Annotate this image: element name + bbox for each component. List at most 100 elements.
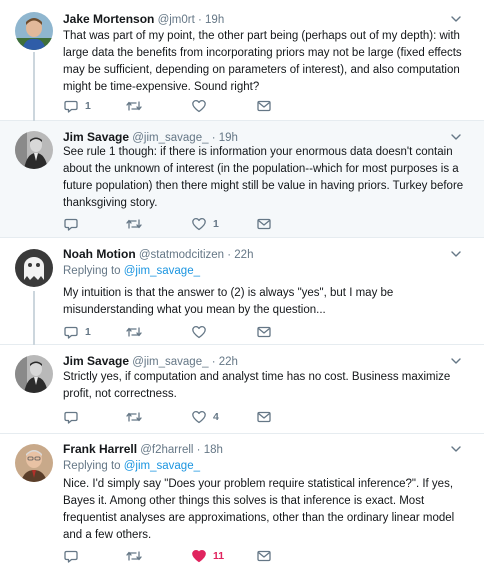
display-name[interactable]: Jim Savage: [63, 354, 129, 368]
reply-count: 1: [85, 326, 91, 338]
separator: ·: [194, 14, 206, 26]
tweet-actions: 1: [63, 216, 303, 232]
replying-to: Replying to @jim_savage_: [63, 263, 200, 279]
timestamp[interactable]: 22h: [219, 356, 238, 368]
reply-icon: [64, 411, 78, 424]
tweet-actions: 4: [63, 409, 303, 425]
like-icon: [192, 410, 206, 424]
chevron-down-icon[interactable]: [450, 355, 462, 367]
retweet-button[interactable]: [125, 216, 149, 232]
chevron-down-icon[interactable]: [450, 443, 462, 455]
reply-icon: [64, 218, 78, 231]
like-count: 11: [213, 550, 225, 562]
username[interactable]: @jm0rt: [158, 14, 195, 26]
tweet-header: Noah Motion @statmodcitizen · 22h: [63, 246, 450, 262]
tweet-actions: 1: [63, 324, 303, 340]
replying-to-label: Replying to: [63, 265, 121, 277]
tweet-text: That was part of my point, the other par…: [63, 30, 462, 93]
display-name[interactable]: Jake Mortenson: [63, 12, 154, 26]
tweet-jim-savage-1[interactable]: Jim Savage @jim_savage_ · 19h See rule 1…: [0, 121, 484, 238]
avatar[interactable]: [15, 249, 53, 287]
thread-line: [33, 52, 35, 121]
message-icon: [257, 326, 271, 338]
like-button[interactable]: 11: [191, 548, 224, 564]
like-icon: [192, 99, 206, 113]
message-button[interactable]: [256, 216, 272, 232]
message-button[interactable]: [256, 548, 272, 564]
like-icon: [192, 325, 206, 339]
separator: ·: [208, 132, 219, 144]
username[interactable]: @statmodcitizen: [139, 249, 224, 261]
display-name[interactable]: Noah Motion: [63, 247, 136, 261]
like-button[interactable]: 4: [191, 409, 219, 425]
timestamp[interactable]: 18h: [204, 444, 223, 456]
retweet-icon: [126, 551, 142, 561]
username[interactable]: @jim_savage_: [132, 132, 208, 144]
message-icon: [257, 550, 271, 562]
tweet-text: Strictly yes, if computation and analyst…: [63, 371, 451, 400]
timestamp[interactable]: 22h: [234, 249, 253, 261]
avatar[interactable]: [15, 131, 53, 169]
like-count: 1: [213, 218, 219, 230]
avatar[interactable]: [15, 12, 53, 50]
like-button[interactable]: [191, 324, 213, 340]
reply-icon: [64, 550, 78, 563]
tweet-header: Jim Savage @jim_savage_ · 22h: [63, 353, 450, 369]
message-button[interactable]: [256, 409, 272, 425]
retweet-icon: [126, 327, 142, 337]
retweet-icon: [126, 412, 142, 422]
avatar[interactable]: [15, 355, 53, 393]
retweet-button[interactable]: [125, 409, 149, 425]
reply-button[interactable]: [63, 409, 85, 425]
username[interactable]: @jim_savage_: [132, 356, 208, 368]
thread-line: [33, 291, 35, 345]
reply-icon: [64, 100, 78, 113]
reply-count: 1: [85, 100, 91, 112]
separator: ·: [224, 249, 235, 261]
reply-button[interactable]: 1: [63, 324, 91, 340]
tweet-text: Nice. I'd simply say "Does your problem …: [63, 478, 455, 541]
display-name[interactable]: Frank Harrell: [63, 442, 137, 456]
separator: ·: [208, 356, 219, 368]
tweet-header: Jim Savage @jim_savage_ · 19h: [63, 129, 450, 145]
message-button[interactable]: [256, 324, 272, 340]
avatar[interactable]: [15, 444, 53, 482]
tweet-header: Jake Mortenson @jm0rt · 19h: [63, 11, 450, 27]
reply-button[interactable]: [63, 216, 85, 232]
like-button[interactable]: 1: [191, 216, 219, 232]
reply-button[interactable]: 1: [63, 98, 91, 114]
username[interactable]: @f2harrell: [140, 444, 193, 456]
replying-to: Replying to @jim_savage_: [63, 458, 200, 474]
retweet-button[interactable]: [125, 548, 149, 564]
like-icon: [192, 217, 206, 231]
replying-to-label: Replying to: [63, 460, 121, 472]
retweet-button[interactable]: [125, 324, 149, 340]
replying-to-handle[interactable]: @jim_savage_: [124, 460, 200, 472]
separator: ·: [193, 444, 204, 456]
message-button[interactable]: [256, 98, 272, 114]
tweet-text: My intuition is that the answer to (2) i…: [63, 287, 394, 316]
display-name[interactable]: Jim Savage: [63, 130, 129, 144]
tweet-text: See rule 1 though: if there is informati…: [63, 146, 464, 209]
tweet-frank-harrell[interactable]: Frank Harrell @f2harrell · 18h Replying …: [0, 434, 484, 573]
message-icon: [257, 100, 271, 112]
chevron-down-icon[interactable]: [450, 131, 462, 143]
timestamp[interactable]: 19h: [219, 132, 238, 144]
like-count: 4: [213, 411, 219, 423]
reply-button[interactable]: [63, 548, 85, 564]
retweet-icon: [126, 101, 142, 111]
chevron-down-icon[interactable]: [450, 248, 462, 260]
reply-icon: [64, 326, 78, 339]
like-icon: [192, 549, 206, 563]
timestamp[interactable]: 19h: [205, 14, 224, 26]
tweet-jake-mortenson[interactable]: Jake Mortenson @jm0rt · 19h That was par…: [0, 0, 484, 121]
replying-to-handle[interactable]: @jim_savage_: [124, 265, 200, 277]
message-icon: [257, 218, 271, 230]
tweet-noah-motion[interactable]: Noah Motion @statmodcitizen · 22h Replyi…: [0, 238, 484, 345]
tweet-jim-savage-2[interactable]: Jim Savage @jim_savage_ · 22h Strictly y…: [0, 345, 484, 434]
tweet-actions: 11: [63, 548, 303, 564]
retweet-button[interactable]: [125, 98, 149, 114]
like-button[interactable]: [191, 98, 213, 114]
chevron-down-icon[interactable]: [450, 13, 462, 25]
message-icon: [257, 411, 271, 423]
